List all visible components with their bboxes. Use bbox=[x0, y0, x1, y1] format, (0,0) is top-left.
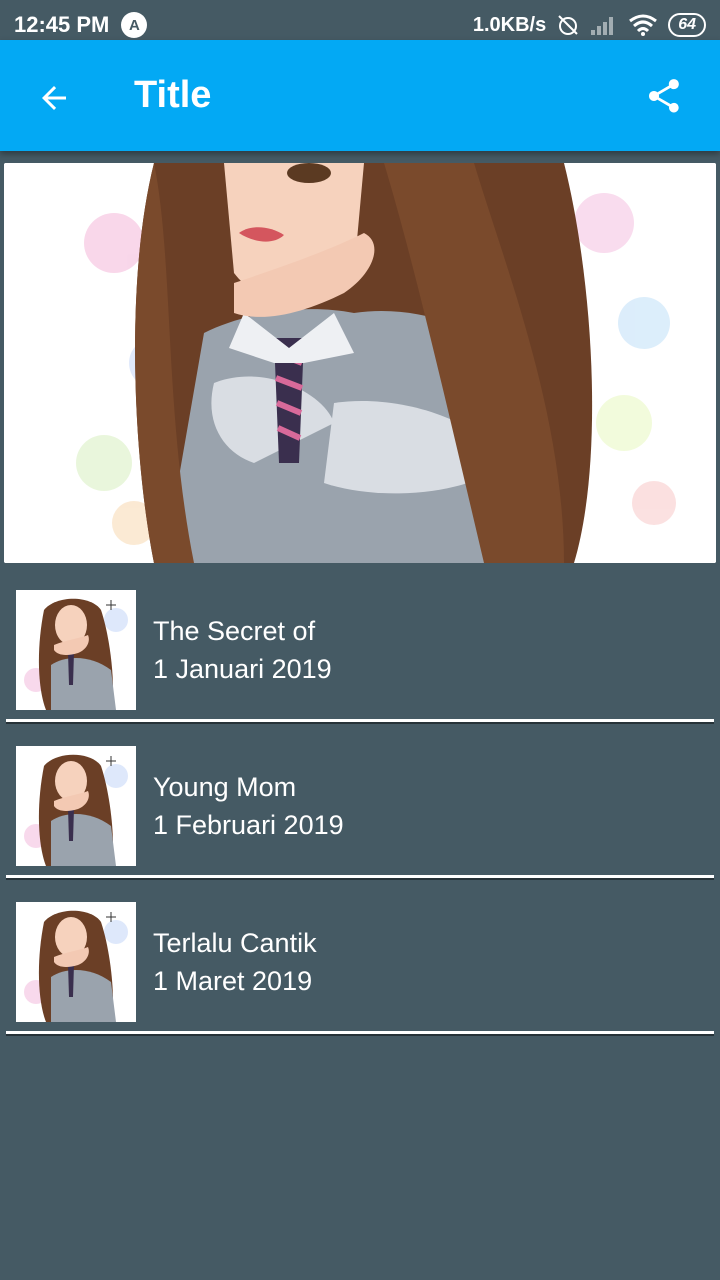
share-icon bbox=[649, 79, 679, 113]
item-thumbnail bbox=[16, 902, 136, 1022]
item-text: Young Mom 1 Februari 2019 bbox=[153, 768, 344, 844]
status-right: 1.0KB/s 64 bbox=[473, 13, 706, 37]
anime-girl-thumbnail-icon bbox=[16, 902, 136, 1022]
list-item[interactable]: Young Mom 1 Februari 2019 bbox=[0, 734, 720, 890]
signal-icon bbox=[591, 17, 614, 35]
network-speed: 1.0KB/s bbox=[472, 13, 547, 36]
hero-image bbox=[4, 163, 716, 563]
item-thumbnail bbox=[16, 590, 136, 710]
status-left: 12:45 PM A bbox=[14, 12, 148, 38]
list-item[interactable]: The Secret of 1 Januari 2019 bbox=[0, 578, 720, 734]
anime-girl-thumbnail-icon bbox=[16, 590, 136, 710]
list-item[interactable]: Terlalu Cantik 1 Maret 2019 bbox=[0, 890, 720, 1046]
item-date: 1 Januari 2019 bbox=[153, 654, 332, 684]
item-text: The Secret of 1 Januari 2019 bbox=[153, 612, 332, 688]
anime-girl-illustration bbox=[4, 163, 716, 563]
status-time: 12:45 PM bbox=[14, 12, 110, 37]
item-title: The Secret of bbox=[153, 616, 316, 646]
item-title: Terlalu Cantik bbox=[153, 928, 317, 958]
list-divider bbox=[6, 875, 714, 880]
item-date: 1 Februari 2019 bbox=[153, 810, 344, 840]
arrow-left-icon bbox=[42, 86, 66, 110]
item-title: Young Mom bbox=[153, 772, 297, 802]
anime-girl-thumbnail-icon bbox=[16, 746, 136, 866]
share-button[interactable] bbox=[644, 76, 684, 116]
battery-indicator: 64 bbox=[668, 13, 706, 37]
back-button[interactable] bbox=[36, 80, 72, 116]
item-text: Terlalu Cantik 1 Maret 2019 bbox=[153, 924, 317, 1000]
alarm-off-icon bbox=[558, 15, 578, 35]
list-divider bbox=[6, 1031, 714, 1036]
item-thumbnail bbox=[16, 746, 136, 866]
list-divider bbox=[6, 719, 714, 724]
item-date: 1 Maret 2019 bbox=[153, 966, 313, 996]
chapter-list: The Secret of 1 Januari 2019 Young Mom 1… bbox=[0, 578, 720, 1046]
app-notification-icon: A bbox=[121, 12, 148, 38]
toolbar-title: Title bbox=[134, 74, 212, 116]
app-toolbar: Title bbox=[0, 40, 720, 151]
wifi-icon bbox=[629, 14, 658, 36]
